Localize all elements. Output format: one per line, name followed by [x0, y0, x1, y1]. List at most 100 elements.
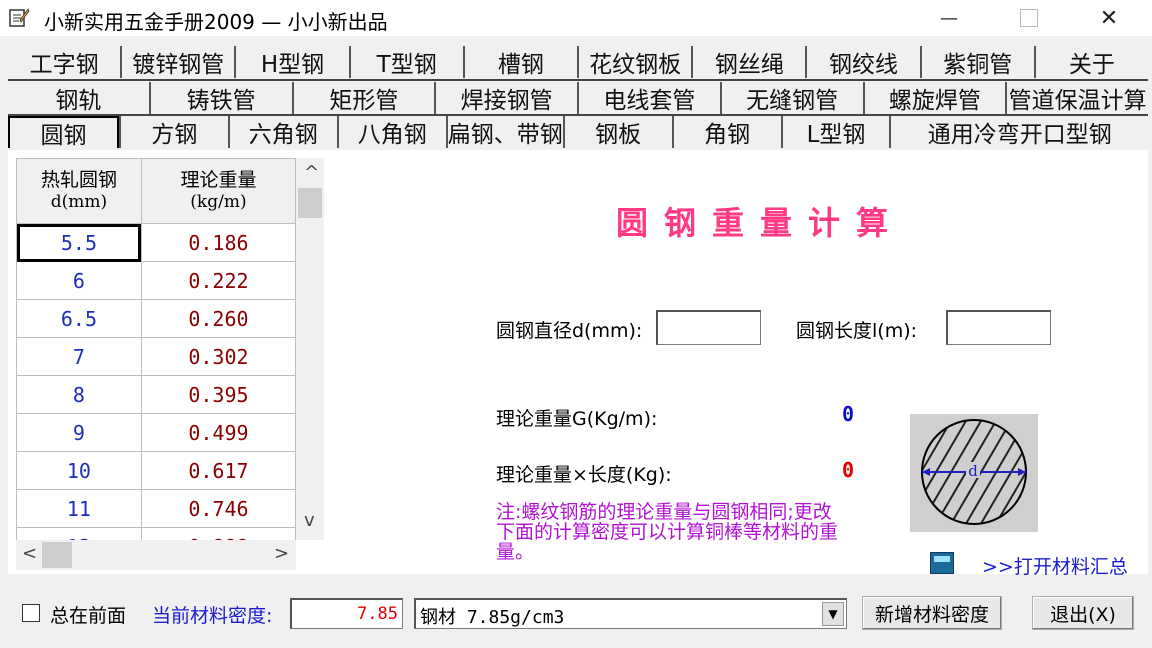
always-on-top-checkbox[interactable]	[22, 604, 40, 622]
close-button[interactable]: ✕	[1084, 0, 1134, 36]
table-row[interactable]: 10 0.617	[16, 451, 296, 490]
cell-weight[interactable]: 0.617	[140, 451, 296, 490]
cell-weight[interactable]: 0.302	[140, 337, 296, 376]
tab-seamless-pipe[interactable]: 无缝钢管	[719, 82, 863, 114]
cell-diameter[interactable]: 8	[16, 375, 142, 414]
cell-weight[interactable]: 0.222	[140, 261, 296, 300]
always-on-top-label[interactable]: 总在前面	[50, 601, 126, 628]
exit-button[interactable]: 退出(X)	[1032, 596, 1134, 630]
material-select-value: 钢材 7.85g/cm3	[420, 607, 565, 628]
open-summary-link[interactable]: >>打开材料汇总	[982, 552, 1128, 579]
weight-per-meter-label: 理论重量G(Kg/m):	[496, 408, 658, 430]
length-input[interactable]	[946, 310, 1051, 345]
tab-row-3: 圆钢 方钢 六角钢 八角钢 扁钢、带钢 钢板 角钢 L型钢 通用冷弯开口型钢	[8, 116, 1148, 149]
diameter-symbol: d	[968, 462, 978, 480]
maximize-icon	[1020, 9, 1038, 27]
tab-cast-iron-pipe[interactable]: 铸铁管	[148, 82, 292, 114]
cross-section-diagram: d	[910, 414, 1038, 532]
cell-weight[interactable]: 0.746	[140, 489, 296, 528]
scroll-up-icon[interactable]: ^	[304, 162, 319, 183]
chevron-down-icon[interactable]: ▼	[822, 602, 844, 626]
tab-strip: 工字钢 镀锌钢管 H型钢 T型钢 槽钢 花纹钢板 钢丝绳 钢绞线 紫铜管 关于 …	[0, 44, 1152, 156]
tab-i-beam[interactable]: 工字钢	[8, 46, 120, 78]
tab-checker-plate[interactable]: 花纹钢板	[577, 46, 691, 78]
cell-diameter[interactable]: 6	[16, 261, 142, 300]
tab-about[interactable]: 关于	[1033, 46, 1148, 78]
round-steel-table: 热轧圆钢 d(mm) 理论重量 (kg/m) 5.5 0.186 6 0.222…	[16, 158, 296, 540]
cell-weight[interactable]: 0.186	[140, 223, 296, 262]
scroll-left-icon[interactable]: <	[22, 543, 37, 564]
cell-weight[interactable]: 0.260	[140, 299, 296, 338]
scroll-thumb[interactable]	[298, 188, 322, 218]
vertical-scrollbar[interactable]: ^ v	[296, 158, 324, 540]
table-row[interactable]: 5.5 0.186	[16, 223, 296, 262]
calculator-heading: 圆钢重量计算	[616, 204, 905, 242]
tab-cold-formed-steel[interactable]: 通用冷弯开口型钢	[889, 116, 1148, 148]
column-header-diameter[interactable]: 热轧圆钢 d(mm)	[16, 158, 142, 224]
table-row[interactable]: 12 0.888	[16, 527, 296, 540]
tab-square-steel[interactable]: 方钢	[118, 116, 228, 148]
cell-diameter[interactable]: 7	[16, 337, 142, 376]
table-row[interactable]: 7 0.302	[16, 337, 296, 376]
tab-rail[interactable]: 钢轨	[8, 82, 149, 114]
tab-round-steel[interactable]: 圆钢	[8, 116, 119, 149]
cell-diameter[interactable]: 6.5	[16, 299, 142, 338]
table-row[interactable]: 6.5 0.260	[16, 299, 296, 338]
tab-l-steel[interactable]: L型钢	[780, 116, 890, 148]
tab-pipe-insulation[interactable]: 管道保温计算	[1005, 82, 1148, 114]
table-row[interactable]: 9 0.499	[16, 413, 296, 452]
minimize-icon: —	[940, 7, 958, 29]
scroll-down-icon[interactable]: v	[304, 510, 315, 531]
cell-diameter[interactable]: 12	[16, 527, 142, 540]
tab-hexagon-steel[interactable]: 六角钢	[227, 116, 337, 148]
minimize-button[interactable]: —	[924, 0, 974, 36]
scroll-thumb[interactable]	[42, 542, 72, 568]
column-header-title: 理论重量	[180, 169, 257, 191]
material-select[interactable]: 钢材 7.85g/cm3 ▼	[414, 598, 847, 629]
table-row[interactable]: 8 0.395	[16, 375, 296, 414]
scroll-right-icon[interactable]: >	[274, 543, 289, 564]
tab-octagon-steel[interactable]: 八角钢	[336, 116, 446, 148]
table-header: 热轧圆钢 d(mm) 理论重量 (kg/m)	[16, 158, 296, 224]
window-title: 小新实用五金手册2009 — 小小新出品	[44, 10, 388, 34]
tab-rectangular-tube[interactable]: 矩形管	[291, 82, 435, 114]
tab-spiral-pipe[interactable]: 螺旋焊管	[862, 82, 1006, 114]
tab-h-beam[interactable]: H型钢	[234, 46, 348, 78]
tab-galvanized-pipe[interactable]: 镀锌钢管	[120, 46, 234, 78]
tab-copper-pipe[interactable]: 紫铜管	[919, 46, 1034, 78]
cell-diameter[interactable]: 5.5	[16, 223, 142, 262]
tab-channel[interactable]: 槽钢	[462, 46, 577, 78]
total-weight-label: 理论重量×长度(Kg):	[496, 464, 672, 486]
cell-diameter[interactable]: 9	[16, 413, 142, 452]
tab-strand[interactable]: 钢绞线	[805, 46, 919, 78]
tab-steel-plate[interactable]: 钢板	[562, 116, 672, 148]
round-bar-icon: d	[921, 419, 1027, 525]
tab-flat-steel[interactable]: 扁钢、带钢	[445, 116, 563, 148]
maximize-button[interactable]	[1004, 0, 1054, 36]
tab-row-2: 钢轨 铸铁管 矩形管 焊接钢管 电线套管 无缝钢管 螺旋焊管 管道保温计算	[8, 82, 1148, 114]
table-row[interactable]: 11 0.746	[16, 489, 296, 528]
column-header-unit: d(mm)	[50, 192, 108, 212]
horizontal-scrollbar[interactable]: < >	[16, 540, 296, 570]
cell-weight[interactable]: 0.499	[140, 413, 296, 452]
tab-conduit[interactable]: 电线套管	[577, 82, 720, 114]
density-input[interactable]: 7.85	[290, 598, 403, 629]
tab-angle-steel[interactable]: 角钢	[671, 116, 781, 148]
cell-diameter[interactable]: 10	[16, 451, 142, 490]
title-bar: 小新实用五金手册2009 — 小小新出品 — ✕	[0, 0, 1152, 36]
diameter-input[interactable]	[656, 310, 761, 345]
cell-weight[interactable]: 0.888	[140, 527, 296, 540]
tab-wire-rope[interactable]: 钢丝绳	[691, 46, 805, 78]
cell-diameter[interactable]: 11	[16, 489, 142, 528]
tab-welded-pipe[interactable]: 焊接钢管	[434, 82, 577, 114]
column-header-weight[interactable]: 理论重量 (kg/m)	[140, 158, 296, 224]
close-icon: ✕	[1099, 5, 1119, 31]
table-row[interactable]: 6 0.222	[16, 261, 296, 300]
add-density-button[interactable]: 新增材料密度	[862, 596, 1002, 630]
tab-t-beam[interactable]: T型钢	[348, 46, 463, 78]
cell-weight[interactable]: 0.395	[140, 375, 296, 414]
tab-row-1: 工字钢 镀锌钢管 H型钢 T型钢 槽钢 花纹钢板 钢丝绳 钢绞线 紫铜管 关于	[8, 46, 1148, 78]
note-text: 注:螺纹钢筋的理论重量与圆钢相同;更改下面的计算密度可以计算铜棒等材料的重量。	[496, 501, 839, 563]
length-label: 圆钢长度l(m):	[796, 320, 918, 342]
calculator-icon[interactable]	[930, 552, 954, 574]
